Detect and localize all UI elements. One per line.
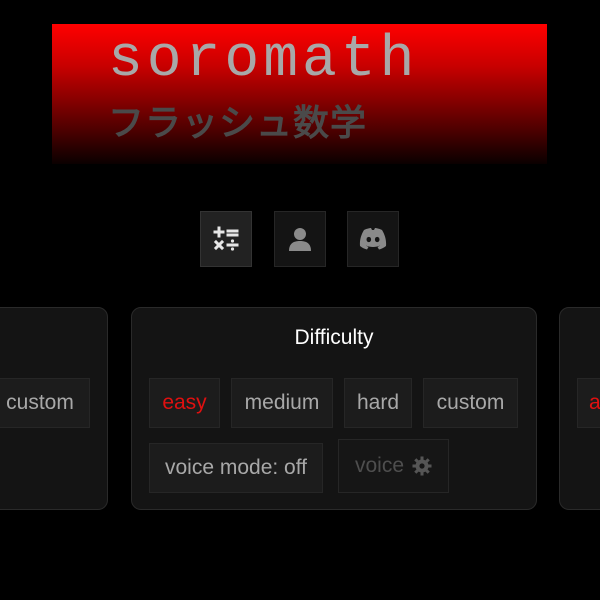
right-card-option[interactable]: a [577,378,600,428]
left-custom-option[interactable]: custom [0,378,90,428]
profile-button[interactable] [274,211,326,267]
difficulty-custom-option[interactable]: custom [423,378,518,428]
gear-icon [412,456,432,476]
difficulty-hard-option[interactable]: hard [344,378,412,428]
difficulty-title: Difficulty [294,326,374,349]
voice-mode-toggle[interactable]: voice mode: off [149,443,323,493]
plus-minus-times-divide-icon [213,226,239,251]
voice-label: voice [354,454,405,477]
discord-button[interactable] [347,211,399,267]
difficulty-medium-option[interactable]: medium [231,378,333,428]
discord-icon [359,228,387,250]
user-icon [289,228,311,251]
header-banner: soromath フラッシュ数学 [52,24,547,164]
app-subtitle: フラッシュ数学 [108,103,368,144]
math-mode-button[interactable] [200,211,252,267]
difficulty-easy-option[interactable]: easy [149,378,220,428]
voice-settings-button[interactable]: voice [338,439,449,493]
app-title: soromath [108,28,419,93]
